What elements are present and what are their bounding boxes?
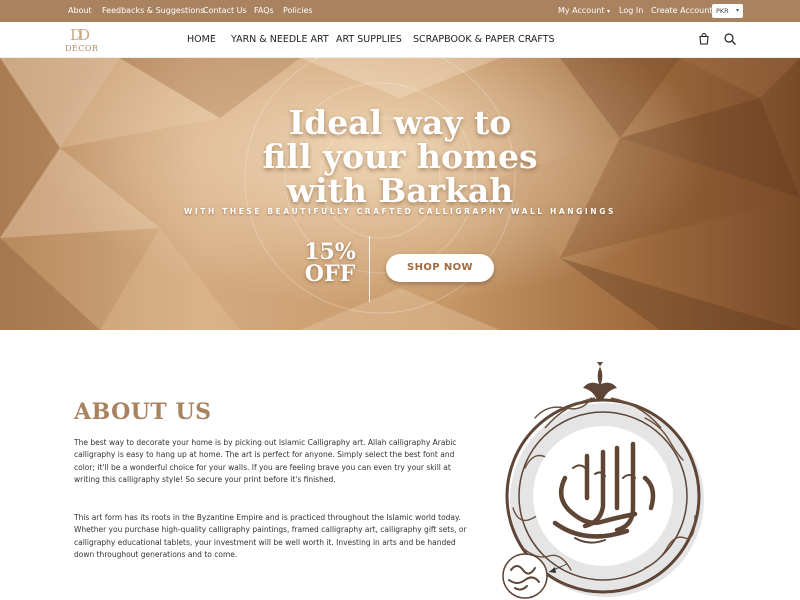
my-account-menu[interactable]: My Account ▾ <box>558 6 610 15</box>
nav-item-art-supplies[interactable]: ART SUPPLIES <box>336 34 402 45</box>
about-paragraph: The best way to decorate your home is by… <box>74 438 457 484</box>
search-icon[interactable] <box>723 32 737 46</box>
hero-title: Ideal way to fill your homes with Barkah <box>150 106 650 208</box>
main-navbar: DD DÉCOR HOME YARN & NEEDLE ART ART SUPP… <box>0 22 800 58</box>
hero-title-line: with Barkah <box>286 171 514 210</box>
hero-title-line: Ideal way to <box>288 103 512 142</box>
top-link-contact[interactable]: Contact Us <box>203 6 247 15</box>
chevron-down-icon: ▾ <box>607 8 611 15</box>
create-account-link[interactable]: Create Account <box>651 6 712 15</box>
about-paragraph: This art form has its roots in the Byzan… <box>74 513 467 559</box>
nav-item-scrapbook-paper-crafts[interactable]: SCRAPBOOK & PAPER CRAFTS <box>413 34 555 45</box>
cart-icon[interactable] <box>697 32 711 46</box>
about-heading: ABOUT US <box>74 399 212 425</box>
discount-badge: 15% OFF <box>300 241 360 285</box>
currency-select[interactable]: PKR ▾ <box>712 4 743 18</box>
my-account-label: My Account <box>558 6 605 15</box>
top-utility-bar: About Feedbacks & Suggestions Contact Us… <box>0 0 800 22</box>
chevron-down-icon: ▾ <box>735 7 739 14</box>
hero-title-line: fill your homes <box>262 137 538 176</box>
hero-subtitle: WITH THESE BEAUTIFULLY CRAFTED CALLIGRAP… <box>184 207 616 216</box>
brand-logo[interactable]: DD DÉCOR <box>62 25 104 57</box>
top-link-policies[interactable]: Policies <box>283 6 313 15</box>
logo-mark: DD <box>70 26 90 44</box>
nav-item-yarn-needle-art[interactable]: YARN & NEEDLE ART <box>231 34 329 45</box>
top-link-feedbacks[interactable]: Feedbacks & Suggestions <box>102 6 204 15</box>
discount-off-label: OFF <box>304 261 356 287</box>
nav-item-home[interactable]: HOME <box>187 34 216 45</box>
hero-divider <box>369 236 370 302</box>
shop-now-button[interactable]: SHOP NOW <box>386 254 494 282</box>
login-link[interactable]: Log In <box>619 6 643 15</box>
discount-percent: 15% <box>304 239 356 265</box>
currency-value: PKR <box>716 7 729 15</box>
calligraphy-artwork-image <box>502 362 704 599</box>
top-link-about[interactable]: About <box>68 6 92 15</box>
top-link-faqs[interactable]: FAQs <box>254 6 274 15</box>
hero-banner: Ideal way to fill your homes with Barkah… <box>0 58 800 330</box>
logo-word: DÉCOR <box>65 44 99 53</box>
